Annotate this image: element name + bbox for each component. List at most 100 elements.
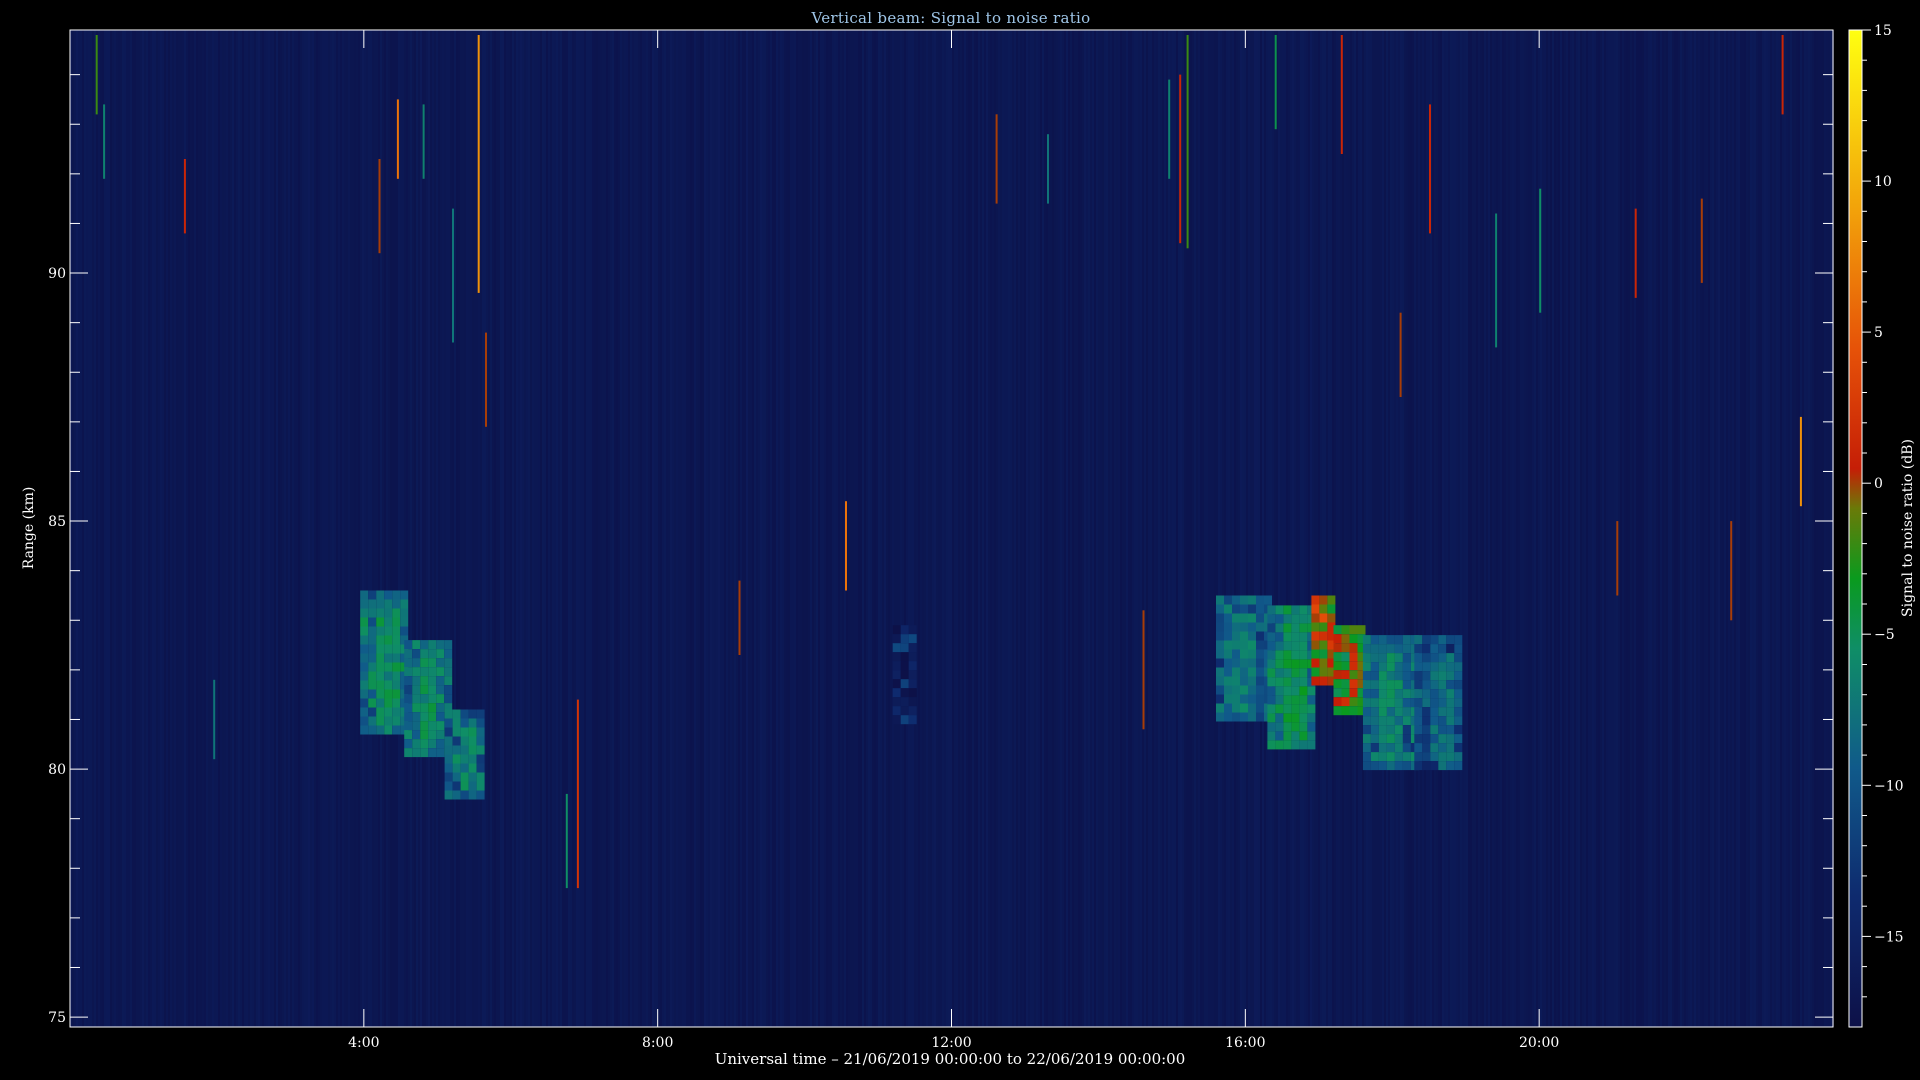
noise-column — [642, 30, 644, 1027]
noise-column — [1574, 30, 1576, 1027]
colorbar-label: Signal to noise ratio (dB) — [1900, 439, 1916, 617]
noise-column — [166, 30, 168, 1027]
echo-cell — [1248, 694, 1256, 704]
echo-cell — [1248, 667, 1256, 677]
spike-mark — [1429, 104, 1431, 234]
noise-column — [1268, 30, 1270, 1027]
echo-cell — [1378, 635, 1387, 645]
noise-column — [114, 30, 116, 1027]
noise-column — [826, 30, 828, 1027]
noise-column — [222, 30, 224, 1027]
y-tick-label: 85 — [48, 514, 66, 530]
noise-column — [1814, 30, 1816, 1027]
noise-column — [280, 30, 282, 1027]
noise-column — [1780, 30, 1782, 1027]
noise-column — [1446, 30, 1448, 1027]
noise-column — [988, 30, 990, 1027]
noise-column — [1468, 30, 1470, 1027]
colorbar-tick-label: 10 — [1874, 174, 1892, 190]
noise-column — [800, 30, 802, 1027]
noise-column — [980, 30, 982, 1027]
noise-column — [684, 30, 686, 1027]
noise-column — [876, 30, 878, 1027]
noise-column — [1116, 30, 1118, 1027]
echo-cell — [900, 670, 909, 680]
echo-cell — [1378, 725, 1387, 735]
noise-column — [1234, 30, 1236, 1027]
noise-column — [1448, 30, 1450, 1027]
echo-cell — [420, 649, 429, 659]
noise-column — [1172, 30, 1174, 1027]
echo-cell — [1283, 632, 1292, 642]
echo-cell — [1362, 716, 1371, 726]
noise-column — [326, 30, 328, 1027]
echo-cell — [1267, 740, 1276, 750]
echo-cell — [1446, 743, 1455, 753]
noise-column — [1738, 30, 1740, 1027]
spike-mark — [1186, 35, 1189, 249]
noise-column — [1166, 30, 1168, 1027]
echo-cell — [892, 679, 901, 689]
noise-column — [1380, 30, 1382, 1027]
echo-cell — [1394, 653, 1403, 663]
echo-cell — [1216, 712, 1224, 722]
noise-column — [622, 30, 624, 1027]
noise-column — [406, 30, 408, 1027]
echo-cell — [1283, 677, 1292, 687]
noise-column — [852, 30, 854, 1027]
noise-column — [1278, 30, 1280, 1027]
echo-cell — [1311, 604, 1320, 614]
noise-column — [304, 30, 306, 1027]
noise-column — [1512, 30, 1514, 1027]
noise-column — [1196, 30, 1198, 1027]
echo-cell — [392, 608, 401, 618]
noise-column — [1748, 30, 1750, 1027]
echo-cell — [1232, 712, 1240, 722]
echo-cell — [376, 680, 385, 690]
noise-column — [528, 30, 530, 1027]
noise-column — [794, 30, 796, 1027]
echo-cell — [1446, 725, 1455, 735]
noise-column — [776, 30, 778, 1027]
noise-column — [76, 30, 78, 1027]
echo-cell — [1319, 649, 1328, 659]
echo-cell — [1232, 649, 1240, 659]
echo-cell — [1362, 707, 1371, 717]
echo-cell — [1430, 707, 1439, 717]
noise-column — [888, 30, 890, 1027]
echo-cell — [460, 718, 469, 728]
echo-cell — [1454, 698, 1463, 708]
noise-column — [1822, 30, 1824, 1027]
noise-column — [1160, 30, 1162, 1027]
echo-cell — [468, 763, 477, 773]
echo-cell — [1291, 695, 1300, 705]
noise-column — [152, 30, 154, 1027]
noise-column — [1326, 30, 1328, 1027]
echo-cell — [1224, 694, 1232, 704]
echo-cell — [1386, 707, 1395, 717]
noise-column — [518, 30, 520, 1027]
noise-column — [1746, 30, 1748, 1027]
noise-column — [560, 30, 562, 1027]
noise-column — [356, 30, 358, 1027]
noise-column — [1296, 30, 1298, 1027]
echo-cell — [384, 635, 393, 645]
noise-column — [1144, 30, 1146, 1027]
echo-cell — [1402, 662, 1411, 672]
echo-cell — [1438, 734, 1447, 744]
spike-mark — [565, 793, 568, 889]
echo-cell — [1370, 725, 1379, 735]
echo-cell — [1267, 605, 1276, 615]
echo-cell — [1394, 725, 1403, 735]
y-axis-label: Range (km) — [21, 487, 37, 570]
noise-column — [444, 30, 446, 1027]
echo-cell — [1362, 734, 1371, 744]
echo-cell — [1291, 731, 1300, 741]
echo-cell — [1216, 685, 1224, 695]
noise-column — [848, 30, 850, 1027]
echo-cell — [1283, 731, 1292, 741]
noise-column — [1658, 30, 1660, 1027]
noise-column — [798, 30, 800, 1027]
noise-column — [870, 30, 872, 1027]
echo-cell — [1283, 641, 1292, 651]
